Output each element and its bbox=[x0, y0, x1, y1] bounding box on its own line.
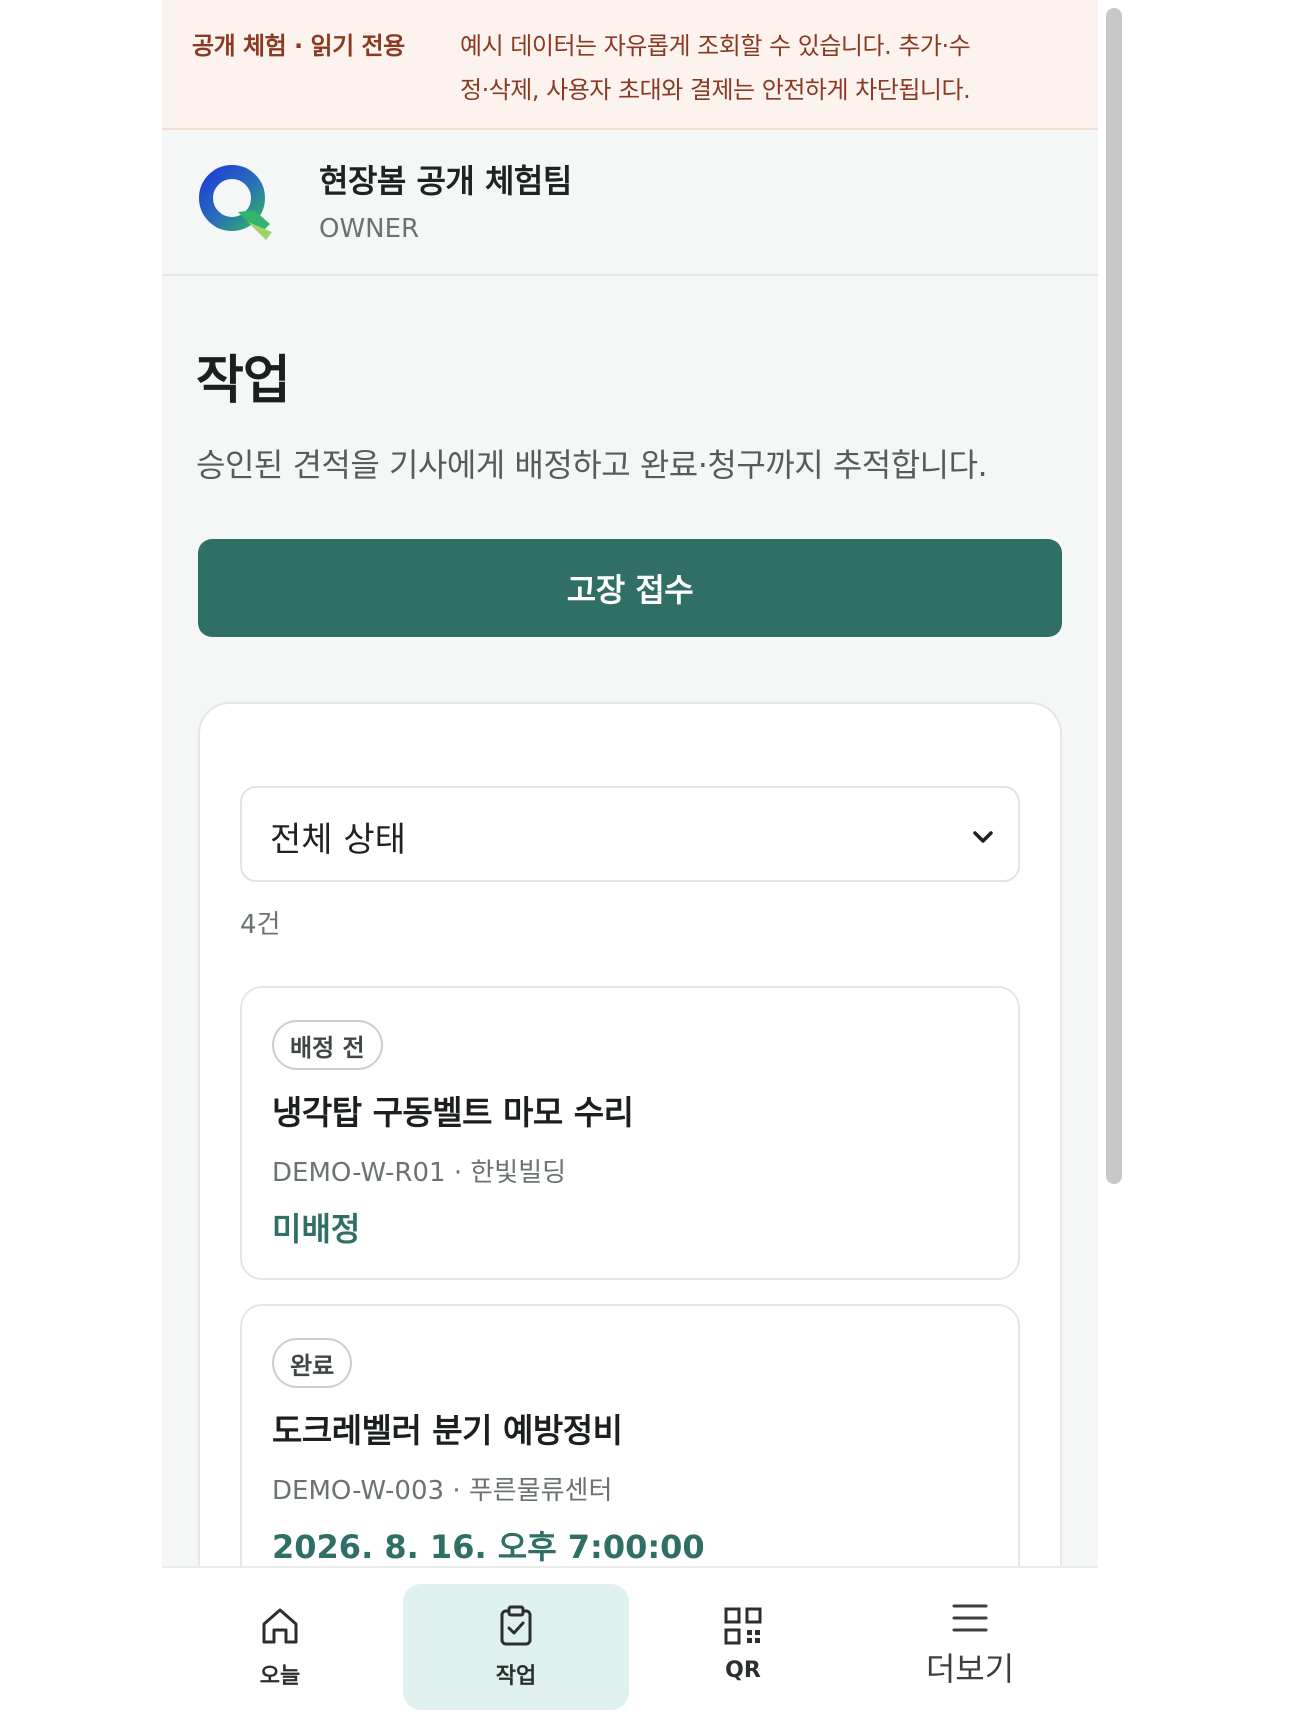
page-title: 작업 bbox=[196, 351, 291, 411]
bottom-tab-bar: 오늘 작업 QR 더보기 bbox=[162, 1566, 1098, 1721]
org-name: 현장봄 공개 체험팀 bbox=[319, 162, 572, 200]
status-filter-value: 전체 상태 bbox=[270, 820, 406, 860]
job-card[interactable]: 배정 전 냉각탑 구동벨트 마모 수리 DEMO-W-R01 · 한빛빌딩 미배… bbox=[240, 986, 1020, 1280]
chevron-down-icon bbox=[973, 831, 993, 843]
tab-qr-label: QR bbox=[725, 1658, 761, 1683]
home-icon bbox=[262, 1608, 298, 1644]
q-logo-icon bbox=[199, 165, 272, 240]
job-assignment-status: 미배정 bbox=[272, 1210, 361, 1248]
job-count: 4건 bbox=[240, 910, 281, 940]
menu-icon bbox=[952, 1604, 988, 1632]
tab-today-label: 오늘 bbox=[259, 1664, 301, 1689]
org-header[interactable]: 현장봄 공개 체험팀 OWNER bbox=[162, 132, 1098, 276]
scrollbar-thumb[interactable] bbox=[1106, 8, 1122, 1184]
status-badge: 배정 전 bbox=[272, 1020, 383, 1070]
job-title: 냉각탑 구동벨트 마모 수리 bbox=[272, 1093, 634, 1132]
page-description: 승인된 견적을 기사에게 배정하고 완료·청구까지 추적합니다. bbox=[196, 446, 988, 484]
clipboard-check-icon bbox=[500, 1605, 532, 1646]
banner-line-1: 예시 데이터는 자유롭게 조회할 수 있습니다. 추가·수 bbox=[460, 32, 971, 60]
banner-tag: 공개 체험 · 읽기 전용 bbox=[192, 32, 405, 60]
report-fault-button[interactable]: 고장 접수 bbox=[198, 539, 1062, 637]
qr-code-icon bbox=[724, 1607, 762, 1645]
banner-message: 예시 데이터는 자유롭게 조회할 수 있습니다. 추가·수 정·삭제, 사용자 … bbox=[460, 24, 1060, 112]
job-title: 도크레벨러 분기 예방정비 bbox=[272, 1411, 623, 1450]
tab-jobs-label: 작업 bbox=[495, 1664, 537, 1689]
banner-line-2: 정·삭제, 사용자 초대와 결제는 안전하게 차단됩니다. bbox=[460, 76, 971, 104]
tab-jobs[interactable]: 작업 bbox=[403, 1584, 629, 1710]
job-meta: DEMO-W-003 · 푸른물류센터 bbox=[272, 1476, 613, 1506]
org-role: OWNER bbox=[319, 214, 420, 244]
app-screen: 공개 체험 · 읽기 전용 예시 데이터는 자유롭게 조회할 수 있습니다. 추… bbox=[162, 0, 1128, 1721]
tab-today[interactable]: 오늘 bbox=[167, 1584, 393, 1710]
tab-more[interactable]: 더보기 bbox=[857, 1584, 1083, 1710]
tab-qr[interactable]: QR bbox=[630, 1584, 856, 1710]
demo-banner: 공개 체험 · 읽기 전용 예시 데이터는 자유롭게 조회할 수 있습니다. 추… bbox=[162, 0, 1098, 130]
job-completed-time: 2026. 8. 16. 오후 7:00:00 bbox=[272, 1528, 705, 1566]
status-filter-select[interactable]: 전체 상태 bbox=[240, 786, 1020, 882]
job-meta: DEMO-W-R01 · 한빛빌딩 bbox=[272, 1158, 567, 1188]
status-badge: 완료 bbox=[272, 1338, 353, 1388]
tab-more-label: 더보기 bbox=[925, 1650, 1015, 1688]
